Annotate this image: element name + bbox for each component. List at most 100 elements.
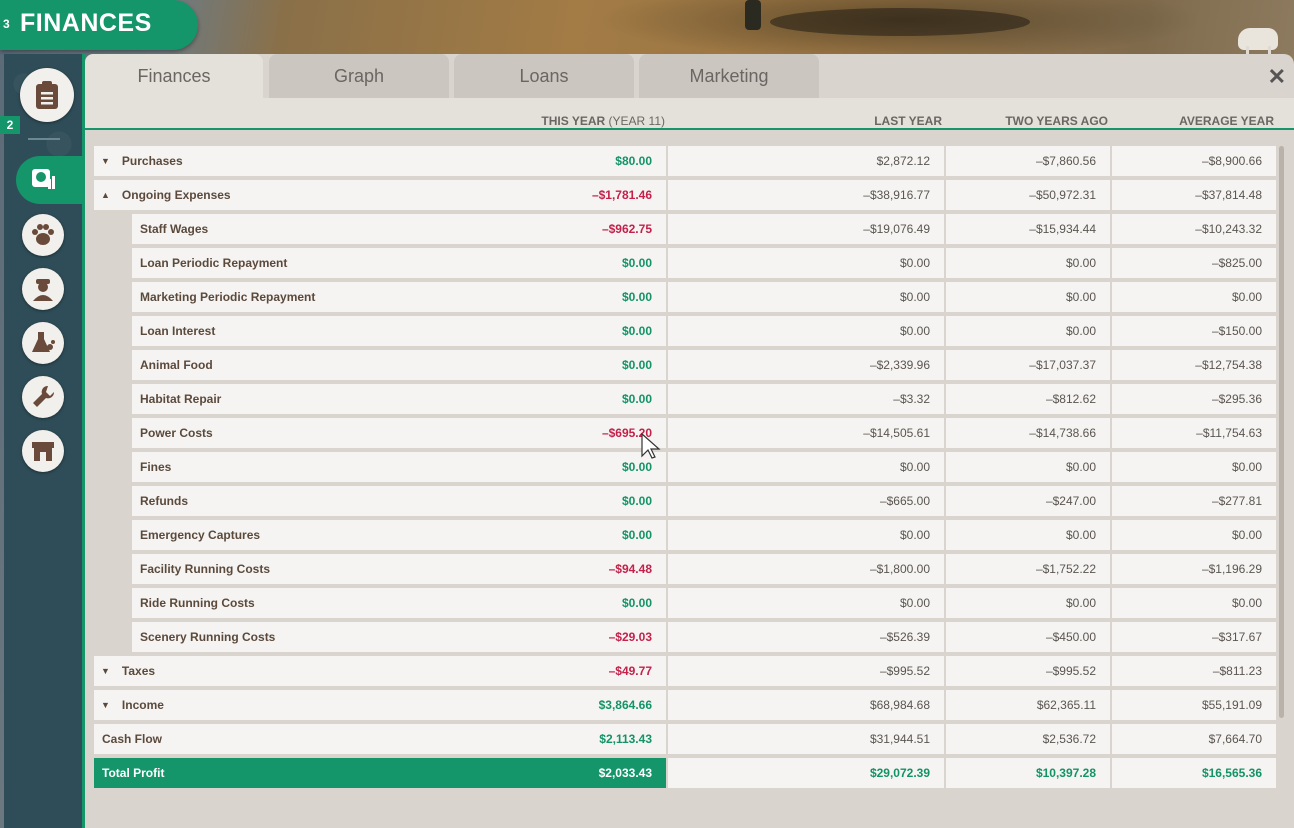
- sidebar-item-research[interactable]: [22, 322, 64, 364]
- sidebar-item-shops[interactable]: [22, 430, 64, 472]
- this-year-value: $80.00: [615, 154, 652, 168]
- this-year-sub-label: (YEAR 11): [608, 114, 665, 128]
- table-row: Loan Interest $0.00 $0.00 $0.00 –$150.00: [94, 316, 1284, 346]
- title-count: 3: [3, 17, 10, 31]
- row-label: Fines: [140, 460, 172, 474]
- paw-icon: [32, 224, 54, 245]
- caret-up-icon[interactable]: ▲: [101, 190, 110, 200]
- sidebar-item-finances[interactable]: [22, 158, 64, 200]
- close-button[interactable]: ✕: [1268, 64, 1286, 90]
- column-header-average-year: AVERAGE YEAR: [1179, 114, 1274, 128]
- last-year-value: $0.00: [668, 316, 944, 346]
- last-year-value: $0.00: [668, 588, 944, 618]
- table-row[interactable]: ▼ Taxes –$49.77 –$995.52 –$995.52 –$811.23: [94, 656, 1284, 686]
- this-year-value: –$49.77: [608, 664, 652, 678]
- last-year-value: –$38,916.77: [668, 180, 944, 210]
- average-year-value: $0.00: [1112, 452, 1276, 482]
- table-row[interactable]: ▲ Ongoing Expenses –$1,781.46 –$38,916.77 –$…: [94, 180, 1284, 210]
- this-year-value: $0.00: [621, 324, 652, 338]
- tab-loans[interactable]: Loans: [454, 54, 634, 98]
- this-year-value: $0.00: [621, 290, 652, 304]
- sidebar-divider: [28, 138, 60, 140]
- two-years-ago-value: $0.00: [946, 452, 1110, 482]
- two-years-ago-value: $0.00: [946, 248, 1110, 278]
- this-year-value: $0.00: [621, 392, 652, 406]
- two-years-ago-value: –$450.00: [946, 622, 1110, 652]
- this-year-value: $0.00: [621, 494, 652, 508]
- table-row[interactable]: ▼ Income $3,864.66 $68,984.68 $62,365.11 $55,…: [94, 690, 1284, 720]
- average-year-value: –$12,754.38: [1112, 350, 1276, 380]
- average-year-value: –$825.00: [1112, 248, 1276, 278]
- this-year-value: $0.00: [621, 528, 652, 542]
- row-label: Total Profit: [102, 766, 165, 780]
- two-years-ago-value: –$15,934.44: [946, 214, 1110, 244]
- last-year-value: –$665.00: [668, 486, 944, 516]
- sidebar-item-clipboard[interactable]: [20, 68, 74, 122]
- average-year-value: –$317.67: [1112, 622, 1276, 652]
- row-label: Habitat Repair: [140, 392, 222, 406]
- table-row: Habitat Repair $0.00 –$3.32 –$812.62 –$295.3…: [94, 384, 1284, 414]
- last-year-value: $0.00: [668, 452, 944, 482]
- average-year-value: $0.00: [1112, 520, 1276, 550]
- table-row: Ride Running Costs $0.00 $0.00 $0.00 $0.00: [94, 588, 1284, 618]
- row-label: Loan Periodic Repayment: [140, 256, 288, 270]
- scrollbar[interactable]: [1279, 146, 1284, 718]
- average-year-value: –$150.00: [1112, 316, 1276, 346]
- last-year-value: $29,072.39: [668, 758, 944, 788]
- column-header-row: THIS YEAR (YEAR 11) LAST YEAR TWO YEARS …: [85, 98, 1294, 130]
- tab-graph[interactable]: Graph: [269, 54, 449, 98]
- tree-trunk: [745, 0, 761, 30]
- sidebar-item-animals[interactable]: [22, 214, 64, 256]
- table-row: Facility Running Costs –$94.48 –$1,800.00–…: [94, 554, 1284, 584]
- caret-down-icon[interactable]: ▼: [101, 666, 110, 676]
- page-title: FINANCES: [20, 9, 152, 37]
- money-icon: [32, 169, 55, 189]
- row-label: Emergency Captures: [140, 528, 261, 542]
- average-year-value: $0.00: [1112, 282, 1276, 312]
- two-years-ago-value: –$7,860.56: [946, 146, 1110, 176]
- table-row: Loan Periodic Repayment $0.00 $0.00 $0.00 –$…: [94, 248, 1284, 278]
- research-icon: [32, 332, 55, 352]
- average-year-value: –$295.36: [1112, 384, 1276, 414]
- row-label: Refunds: [140, 494, 188, 508]
- average-year-value: –$277.81: [1112, 486, 1276, 516]
- two-years-ago-value: –$17,037.37: [946, 350, 1110, 380]
- table-row: Power Costs –$695.20 –$14,505.61 –$14,738.6…: [94, 418, 1284, 448]
- two-years-ago-value: –$50,972.31: [946, 180, 1110, 210]
- sidebar-item-staff[interactable]: [22, 268, 64, 310]
- this-year-value: –$962.75: [601, 222, 652, 236]
- column-header-this-year: THIS YEAR (YEAR 11): [541, 114, 665, 128]
- row-label: Purchases: [121, 154, 183, 168]
- last-year-value: $2,872.12: [668, 146, 944, 176]
- finances-panel: Finances Graph Loans Marketing ✕ THIS YE…: [85, 54, 1294, 828]
- caret-down-icon[interactable]: ▼: [101, 700, 110, 710]
- average-year-value: –$37,814.48: [1112, 180, 1276, 210]
- row-label: Income: [121, 698, 164, 712]
- table-row: Animal Food $0.00 –$2,339.96 –$17,037.37 –$1…: [94, 350, 1284, 380]
- last-year-value: –$3.32: [668, 384, 944, 414]
- average-year-value: –$811.23: [1112, 656, 1276, 686]
- caret-down-icon[interactable]: ▼: [101, 156, 110, 166]
- last-year-value: $0.00: [668, 520, 944, 550]
- last-year-value: –$1,800.00: [668, 554, 944, 584]
- table-row[interactable]: ▼ Purchases $80.00 $2,872.12 –$7,860.56 –$8,9…: [94, 146, 1284, 176]
- this-year-value: $0.00: [621, 256, 652, 270]
- last-year-value: $0.00: [668, 282, 944, 312]
- row-label: Power Costs: [140, 426, 213, 440]
- this-year-value: $0.00: [621, 358, 652, 372]
- table-row: Emergency Captures $0.00 $0.00 $0.00 $0.00: [94, 520, 1284, 550]
- two-years-ago-value: –$1,752.22: [946, 554, 1110, 584]
- tree-shadow: [770, 8, 1030, 36]
- finances-title-badge: 3 FINANCES: [0, 0, 198, 50]
- tab-marketing[interactable]: Marketing: [639, 54, 819, 98]
- row-label: Animal Food: [140, 358, 213, 372]
- row-label: Scenery Running Costs: [140, 630, 276, 644]
- this-year-value: –$1,781.46: [591, 188, 652, 202]
- average-year-value: –$1,196.29: [1112, 554, 1276, 584]
- wrench-icon: [33, 385, 55, 407]
- row-label: Cash Flow: [102, 732, 163, 746]
- two-years-ago-value: $0.00: [946, 316, 1110, 346]
- sidebar-item-maintenance[interactable]: [22, 376, 64, 418]
- tab-finances[interactable]: Finances: [85, 54, 263, 98]
- two-years-ago-value: –$812.62: [946, 384, 1110, 414]
